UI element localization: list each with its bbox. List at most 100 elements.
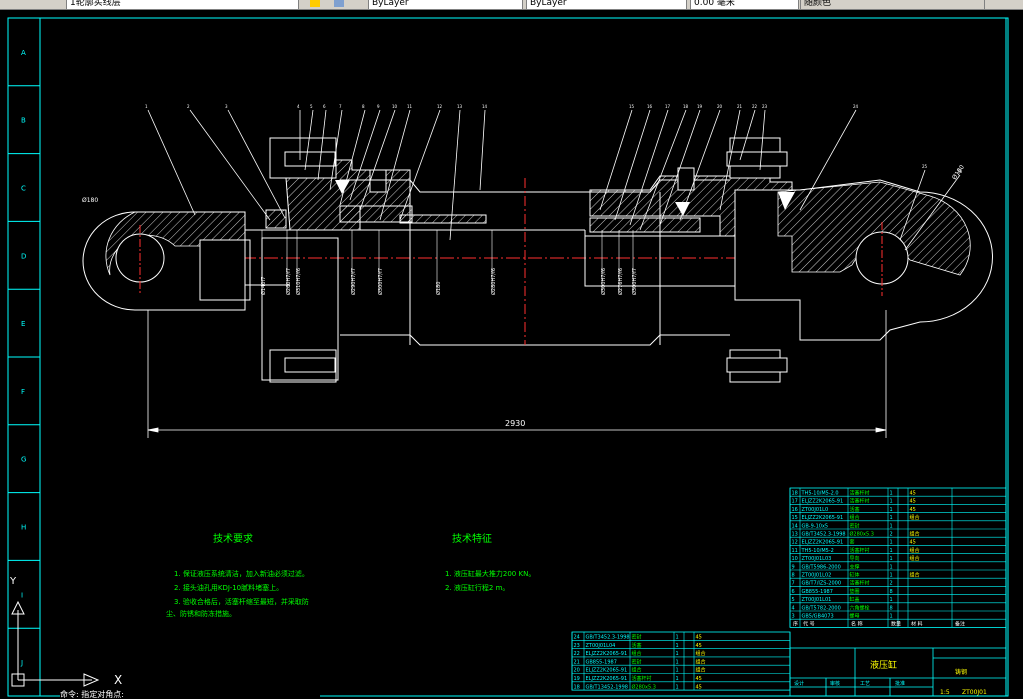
shaft-dim-text: Ø300H7/f6: [600, 268, 607, 295]
bom-cell: 活塞: [632, 642, 642, 649]
bom-cell: 8: [890, 605, 893, 611]
callout-number: 2: [187, 104, 190, 109]
border-letter: H: [21, 524, 26, 532]
make-current-icon[interactable]: [310, 0, 320, 7]
tech-requirements: 技术要求 1. 保证液压系统清洁，加入新油必须过滤。 2. 接头油孔用KDJ-1…: [166, 532, 309, 618]
bom-cell: GB5/GB4073: [802, 614, 834, 620]
callout-number: 4: [297, 104, 300, 109]
layer-state-icon[interactable]: [2, 0, 12, 7]
properties-toolbar: 1轮廓实线层 ByLayer ByLayer 0.00 毫米 随颜色: [0, 0, 1023, 10]
bom-cell: 1: [890, 548, 893, 554]
bom-cell: 5: [792, 597, 795, 603]
callout-number: 23: [762, 104, 768, 109]
bom-cell: 7: [792, 581, 795, 587]
part-name: 液压缸: [870, 659, 897, 671]
bom-cell: 45: [910, 540, 916, 546]
color-dropdown[interactable]: ByLayer: [368, 0, 523, 9]
border-letter: F: [21, 388, 25, 396]
shaft-dim-text: Ø300H7/f7: [377, 268, 384, 295]
bom-cell: 1: [890, 556, 893, 562]
border-zone-letters: A B C D E F G H I J: [20, 49, 26, 667]
tb-label: 批准: [895, 680, 905, 687]
callout-number: 20: [717, 104, 723, 109]
drawing-canvas[interactable]: ABCDEFGHIJ 1 2 3 4 5 6 7 8 9 10 11 12 13…: [0, 10, 1023, 699]
command-line[interactable]: 命令: 指定对角点:: [60, 690, 320, 699]
ucs-y-label: Y: [9, 576, 17, 587]
bom-cell: 45: [696, 635, 702, 641]
callout-number: 12: [437, 104, 443, 109]
plotstyle-dropdown[interactable]: 随颜色: [800, 0, 985, 9]
bom-cell: 密封: [850, 522, 860, 529]
bom-cell: 套: [850, 539, 855, 546]
bom-cell: 9: [792, 564, 795, 570]
border-letter: E: [21, 320, 25, 328]
callout-number: 16: [647, 104, 653, 109]
bom-cell: 14: [792, 523, 798, 529]
bom-cell: 6: [792, 589, 795, 595]
material-value: 铸钢: [955, 668, 967, 676]
bom-cell: 12: [792, 540, 798, 546]
bom-cell: GB/T7/IZS-2000: [802, 581, 842, 587]
border-letter: G: [21, 456, 26, 464]
bom-cell: 组合: [696, 658, 706, 665]
bom-cell: GB/T5782-2000: [802, 605, 841, 611]
bom-cell: 组合: [910, 547, 920, 554]
callout-number: 22: [752, 104, 758, 109]
layer-previous-icon[interactable]: [334, 0, 344, 7]
callout-number: 5: [310, 104, 313, 109]
bom-cell: 活塞杆衬: [850, 580, 870, 587]
bom-cell: 1: [676, 643, 679, 649]
bom-cell: 1: [676, 684, 679, 690]
lineweight-dropdown[interactable]: 0.00 毫米: [690, 0, 799, 9]
bom-cell: 组合: [632, 650, 642, 657]
bom-cell: 18: [574, 684, 580, 690]
shaft-dim-text: Ø310H7/f6: [295, 268, 302, 295]
callout-number: 18: [683, 104, 689, 109]
bom-cell: 1: [890, 614, 893, 620]
bom-cell: 3: [792, 614, 795, 620]
callout-number: 21: [737, 104, 743, 109]
bom-cell: 16: [792, 507, 798, 513]
callout-number: 10: [392, 104, 398, 109]
bom-cell: 组合: [910, 531, 920, 538]
layer-dropdown[interactable]: 1轮廓实线层: [66, 0, 299, 9]
tech-req-item: 尘、防锈和防冻措施。: [166, 609, 236, 618]
bom-cell: 1: [890, 499, 893, 505]
bom-cell: 组合: [910, 555, 920, 562]
bom-cell: 组合: [910, 514, 920, 521]
tech-feat-item: 2. 液压缸行程2 m。: [445, 583, 509, 592]
linetype-dropdown[interactable]: ByLayer: [526, 0, 687, 9]
bom-cell: 8: [792, 573, 795, 579]
bom-lower: 24 GB/T3452.3-1998 密封 1 4523 ZT00J01L04 活塞 1 452…: [571, 631, 791, 691]
bom-cell: 45: [910, 499, 916, 505]
bom-cell: TH5-10/M5-2: [801, 548, 834, 554]
bom-cell: 密封: [632, 634, 642, 641]
bom-cell: 1: [890, 515, 893, 521]
bom-cell: 活塞杆衬: [850, 490, 870, 497]
border-letter: D: [21, 252, 26, 260]
border-letter: J: [20, 659, 23, 667]
bom-cell: 20: [574, 668, 580, 674]
bom-cell: 1: [676, 676, 679, 682]
shaft-dim-text: Ø300H7/f7: [631, 268, 638, 295]
tech-req-item: 1. 保证液压系统清洁，加入新油必须过滤。: [174, 569, 309, 578]
bom-cell: 支撑: [850, 563, 860, 570]
bom-cell: 11: [792, 548, 798, 554]
bom-header-cell: 数量: [891, 621, 901, 628]
bom-cell: 1: [676, 659, 679, 665]
bom-cell: 21: [574, 659, 580, 665]
bom-header-cell: 序: [793, 621, 798, 628]
drawing-number: ZT00J01: [962, 689, 987, 696]
bom-cell: GB/T3452.3-1998: [586, 635, 630, 641]
callout-number: 1: [145, 104, 148, 109]
bom-cell: 螺母: [850, 613, 860, 620]
callout-number: 7: [339, 104, 342, 109]
bom-cell: GB855-1987: [802, 589, 833, 595]
bom-cell: Ø280x5.3: [850, 531, 874, 538]
bom-cell: ZT00J01L03: [802, 556, 832, 562]
bom-cell: 活塞杆衬: [850, 547, 870, 554]
bom-cell: 8: [890, 589, 893, 595]
border-letter: A: [21, 49, 26, 57]
callout-number: 25: [922, 164, 928, 169]
bom-cell: 1: [890, 523, 893, 529]
